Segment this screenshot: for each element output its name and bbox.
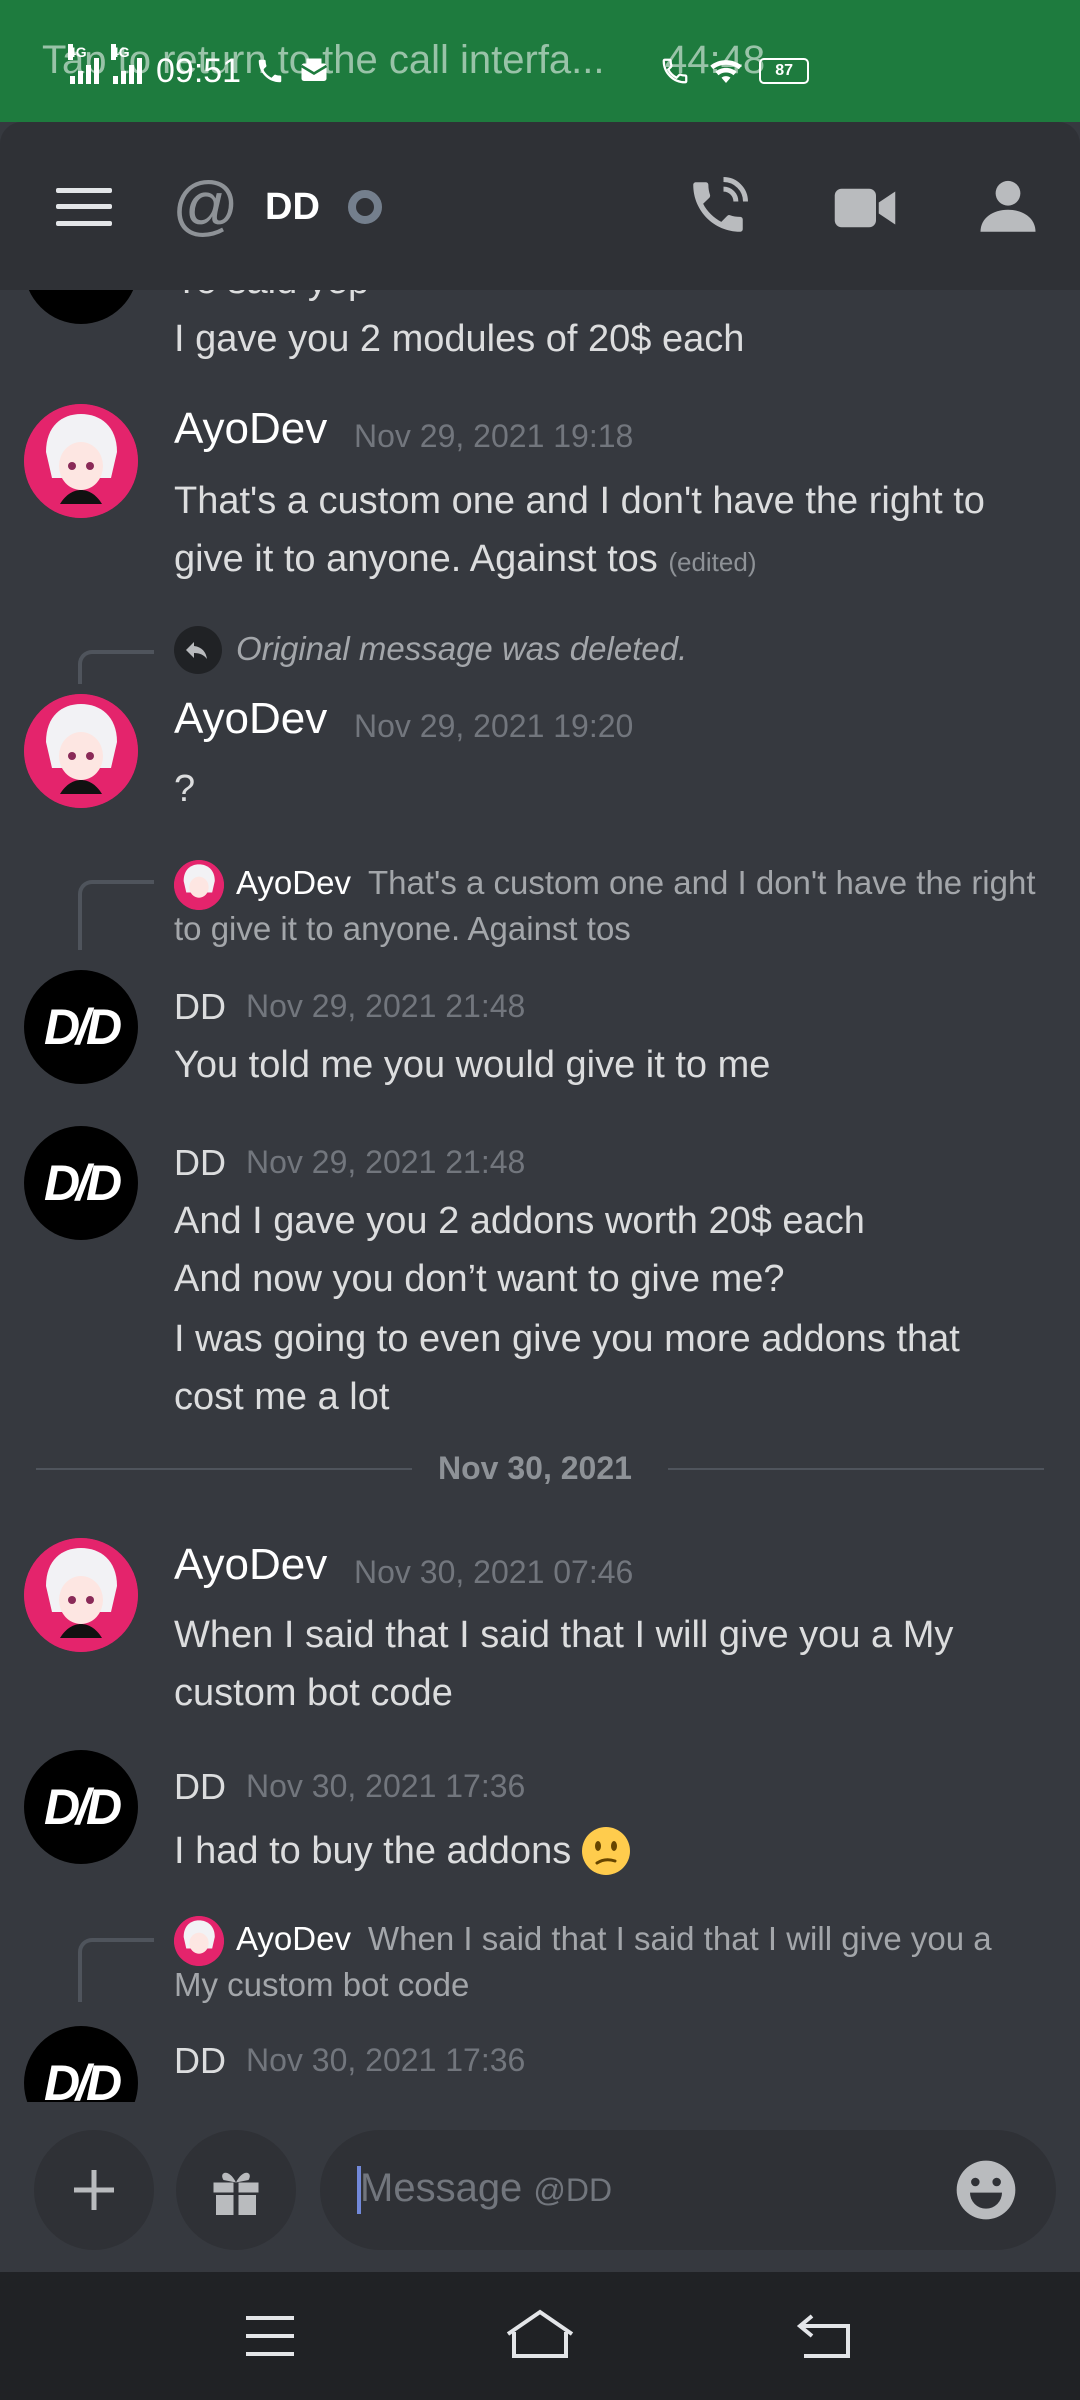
reply-author[interactable]: AyoDev: [236, 864, 351, 902]
reply-preview-text[interactable]: to give it to anyone. Against tos: [174, 910, 631, 948]
reply-icon: [174, 626, 222, 674]
avatar[interactable]: [24, 694, 138, 808]
gift-button[interactable]: [176, 2130, 296, 2250]
avatar[interactable]: D/D: [24, 1750, 138, 1864]
system-nav-bar: [0, 2272, 1080, 2400]
clock: 09:51: [156, 51, 242, 90]
menu-icon[interactable]: [56, 188, 112, 226]
message-text: Yo said yep: [174, 290, 369, 303]
emoji-icon[interactable]: [954, 2158, 1018, 2222]
reply-avatar: [174, 860, 224, 910]
message-author[interactable]: AyoDev: [174, 1540, 327, 1590]
home-icon[interactable]: [504, 2308, 576, 2360]
message-text: And now you don’t want to give me?: [174, 1258, 785, 1300]
gift-icon: [213, 2172, 259, 2215]
message-text: cost me a lot: [174, 1376, 390, 1418]
system-status-icons: 4G 4G 09:51 87: [68, 44, 810, 90]
message-text: I had to buy the addons: [174, 1826, 631, 1876]
message-text: give it to anyone. Against tos (edited): [174, 538, 757, 580]
vowifi-call-icon: [662, 58, 688, 84]
message-timestamp: Nov 30, 2021 17:36: [246, 1768, 526, 1804]
date-divider: Nov 30, 2021: [438, 1450, 632, 1486]
reply-preview-text[interactable]: Original message was deleted.: [236, 630, 687, 668]
video-icon[interactable]: [832, 178, 898, 238]
reply-connector: [78, 880, 154, 950]
at-icon: @: [172, 168, 239, 242]
recent-apps-icon[interactable]: [244, 2314, 296, 2358]
date-divider-line: [668, 1468, 1044, 1470]
reply-author[interactable]: AyoDev: [236, 1920, 351, 1958]
message-timestamp: Nov 29, 2021 19:18: [354, 418, 634, 454]
reply-preview-text[interactable]: That's a custom one and I don't have the…: [368, 864, 1036, 902]
message-timestamp: Nov 29, 2021 21:48: [246, 988, 526, 1024]
message-text: When I said that I said that I will give…: [174, 1614, 954, 1656]
message-timestamp: Nov 30, 2021 17:36: [246, 2042, 526, 2078]
avatar[interactable]: [24, 1538, 138, 1652]
avatar[interactable]: D/D: [24, 290, 138, 324]
message-text: I was going to even give you more addons…: [174, 1318, 960, 1360]
message-author[interactable]: DD: [174, 986, 226, 1028]
plus-button[interactable]: [34, 2130, 154, 2250]
message-text: That's a custom one and I don't have the…: [174, 480, 985, 522]
message-author[interactable]: DD: [174, 2040, 226, 2082]
reply-preview-text[interactable]: When I said that I said that I will give…: [368, 1920, 992, 1958]
status-idle-icon: [348, 190, 382, 224]
message-text: You told me you would give it to me: [174, 1044, 771, 1086]
edited-label: (edited): [668, 547, 757, 577]
phone-icon: [258, 59, 282, 83]
plus-icon: [74, 2170, 114, 2210]
reply-avatar: [174, 1916, 224, 1966]
message-text: I gave you 2 modules of 20$ each: [174, 318, 745, 360]
message-timestamp: Nov 30, 2021 07:46: [354, 1554, 634, 1590]
avatar[interactable]: D/D: [24, 2026, 138, 2102]
call-icon[interactable]: [685, 174, 751, 240]
members-icon[interactable]: [975, 174, 1041, 240]
date-divider-line: [36, 1468, 412, 1470]
battery-icon: 87: [759, 58, 810, 84]
confused-face-icon: [582, 1827, 631, 1875]
message-timestamp: Nov 29, 2021 21:48: [246, 1144, 526, 1180]
reply-connector: [78, 650, 154, 684]
message-placeholder: Message @DD: [360, 2166, 613, 2210]
reply-connector: [78, 1938, 154, 2002]
avatar[interactable]: D/D: [24, 970, 138, 1084]
signal-icon: 4G: [68, 44, 99, 84]
message-author[interactable]: AyoDev: [174, 694, 327, 744]
message-author[interactable]: AyoDev: [174, 404, 327, 454]
reply-preview-text[interactable]: My custom bot code: [174, 1966, 469, 2004]
avatar[interactable]: [24, 404, 138, 518]
call-banner[interactable]: Tap to return to the call interfa... 44:…: [0, 0, 1080, 122]
message-text: custom bot code: [174, 1672, 453, 1714]
message-timestamp: Nov 29, 2021 19:20: [354, 708, 634, 744]
message-input[interactable]: Message @DD: [320, 2130, 1056, 2250]
channel-title: DD: [265, 186, 320, 228]
wifi-icon: [710, 60, 742, 83]
message-text: And I gave you 2 addons worth 20$ each: [174, 1200, 865, 1242]
avatar[interactable]: D/D: [24, 1126, 138, 1240]
message-text: ?: [174, 768, 196, 810]
signal-icon: 4G: [111, 44, 142, 84]
message-list[interactable]: D/D Yo said yep I gave you 2 modules of …: [0, 290, 1080, 2102]
mail-icon: [300, 58, 328, 81]
message-author[interactable]: DD: [174, 1766, 226, 1808]
channel-header: @ DD: [0, 122, 1080, 290]
back-icon[interactable]: [796, 2312, 852, 2360]
message-author[interactable]: DD: [174, 1142, 226, 1184]
message-composer: Message @DD: [0, 2102, 1080, 2272]
